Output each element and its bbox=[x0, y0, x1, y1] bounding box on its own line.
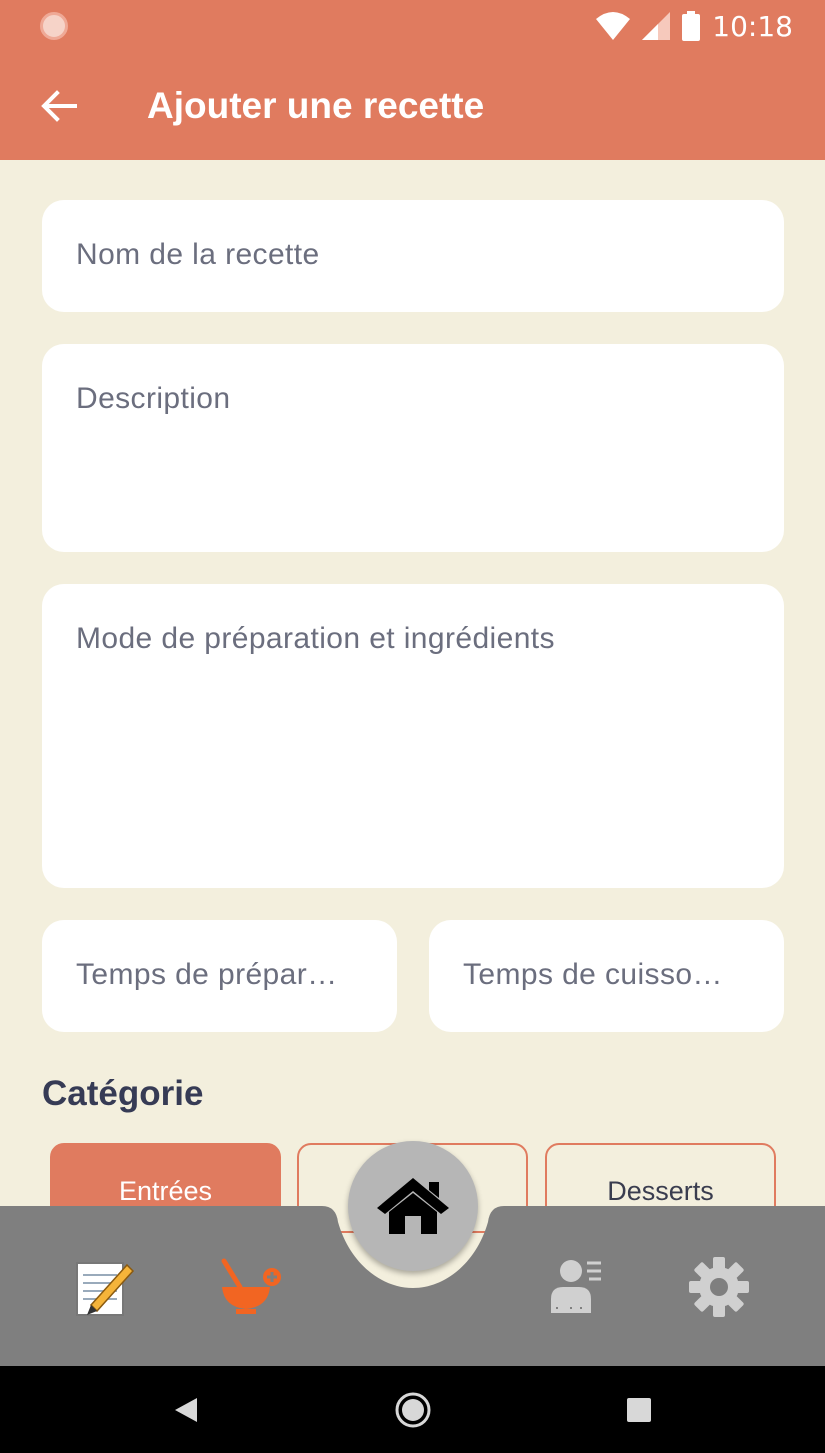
cook-time-field[interactable]: Temps de cuisso… bbox=[429, 920, 784, 1032]
cook-time-placeholder: Temps de cuisso… bbox=[463, 958, 723, 991]
nav-notepad[interactable] bbox=[68, 1252, 138, 1322]
recent-square-icon bbox=[627, 1397, 651, 1422]
system-nav-bar bbox=[0, 1366, 825, 1453]
system-back-button[interactable] bbox=[156, 1366, 216, 1453]
nav-profile[interactable] bbox=[540, 1252, 610, 1322]
notification-dot-icon bbox=[40, 12, 68, 40]
recipe-name-field[interactable]: Nom de la recette bbox=[42, 200, 784, 312]
status-time: 10:18 bbox=[712, 9, 793, 43]
bowl-add-icon bbox=[221, 1258, 281, 1314]
description-field[interactable]: Description bbox=[42, 344, 784, 552]
description-placeholder: Description bbox=[76, 382, 231, 415]
page-title: Ajouter une recette bbox=[147, 85, 485, 126]
preparation-mode-field[interactable]: Mode de préparation et ingrédients bbox=[42, 584, 784, 888]
home-button[interactable] bbox=[348, 1141, 478, 1271]
nav-settings[interactable] bbox=[684, 1252, 754, 1322]
wifi-icon bbox=[596, 12, 631, 40]
battery-icon bbox=[682, 11, 701, 41]
gear-icon bbox=[689, 1257, 749, 1317]
prep-time-field[interactable]: Temps de prépar… bbox=[42, 920, 397, 1032]
category-title: Catégorie bbox=[42, 1074, 204, 1113]
arrow-back-icon bbox=[41, 90, 77, 122]
notepad-icon bbox=[76, 1262, 135, 1316]
status-bar: 10:18 bbox=[0, 0, 825, 52]
app-bar: Ajouter une recette bbox=[0, 52, 825, 160]
system-recent-button[interactable] bbox=[609, 1366, 669, 1453]
back-triangle-icon bbox=[175, 1397, 197, 1422]
home-icon bbox=[377, 1178, 449, 1234]
profile-list-icon bbox=[551, 1260, 601, 1313]
preparation-mode-placeholder: Mode de préparation et ingrédients bbox=[76, 622, 555, 655]
nav-add-recipe[interactable] bbox=[216, 1252, 286, 1322]
system-home-button[interactable] bbox=[383, 1366, 443, 1453]
recipe-name-placeholder: Nom de la recette bbox=[76, 238, 320, 271]
home-circle-icon bbox=[395, 1392, 431, 1427]
back-button[interactable] bbox=[34, 82, 84, 130]
signal-icon bbox=[642, 12, 671, 40]
prep-time-placeholder: Temps de prépar… bbox=[76, 958, 338, 991]
